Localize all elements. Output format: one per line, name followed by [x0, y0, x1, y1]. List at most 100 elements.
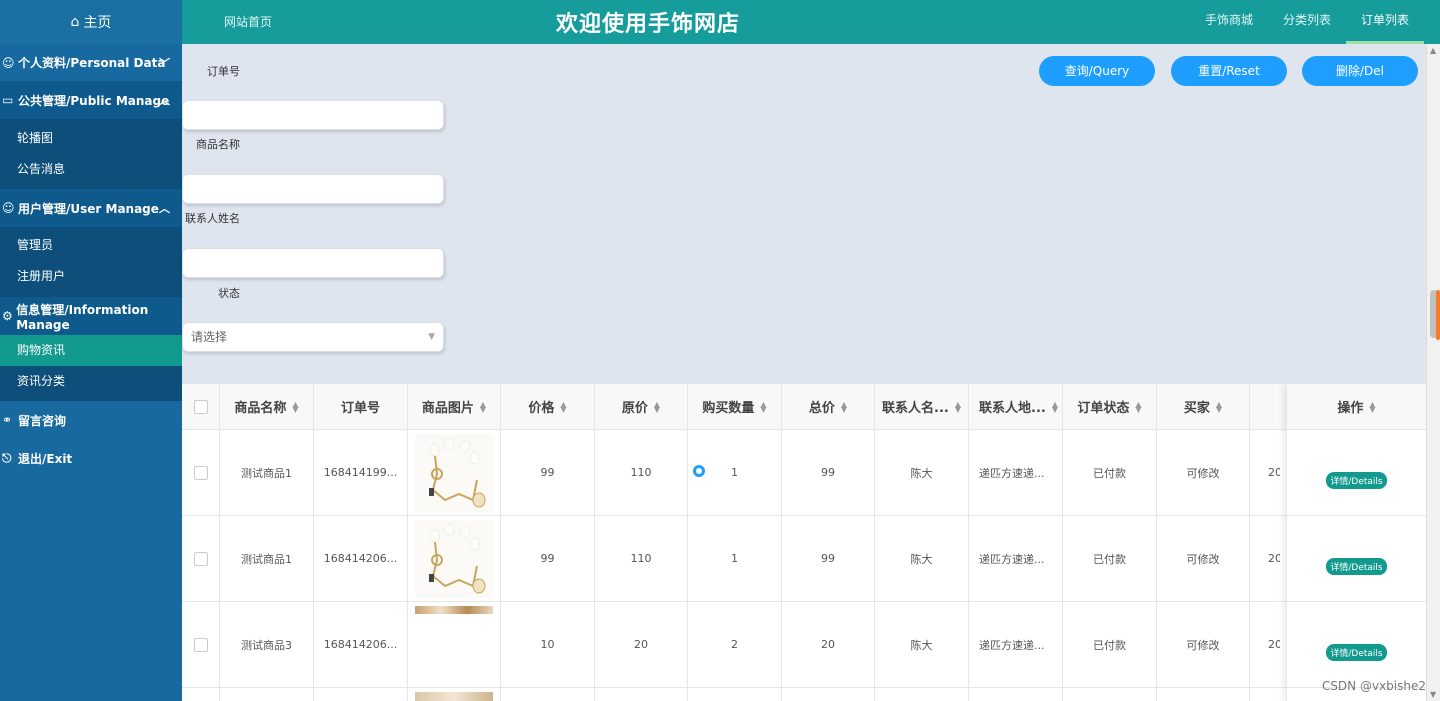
sort-icon[interactable]: ▲ ▼ — [955, 400, 961, 413]
col-header[interactable]: 商品名称 ▲ ▼ — [220, 384, 314, 429]
contact-name-input[interactable] — [182, 248, 444, 278]
sort-icon[interactable]: ▲ ▼ — [560, 400, 566, 413]
submenu-info: 购物资讯 资讯分类 — [0, 335, 182, 401]
cell-price: 10 — [501, 602, 595, 687]
cell-price: 99 — [501, 516, 595, 601]
cell-order-status: 已付款 — [1093, 638, 1126, 652]
cell-extra: 202 — [1268, 638, 1280, 651]
scroll-down-icon[interactable]: ▼ — [1430, 690, 1436, 699]
details-button[interactable]: 详情/Details — [1326, 472, 1387, 489]
menu-information-manage[interactable]: ⚙ 信息管理/Information Manage — [0, 297, 182, 335]
sidebar-item-registered-user[interactable]: 注册用户 — [0, 261, 182, 292]
product-name-input[interactable] — [182, 174, 444, 204]
sort-icon[interactable]: ▲ ▼ — [1369, 400, 1375, 413]
col-header-operation[interactable]: 操作 ▲ ▼ — [1287, 384, 1426, 430]
cell-original-price: 110 — [595, 430, 688, 515]
page-scrollbar[interactable]: ▲ ▼ — [1426, 44, 1440, 701]
sort-icon[interactable]: ▲ ▼ — [841, 400, 847, 413]
sidebar-item-news-category[interactable]: 资讯分类 — [0, 366, 182, 397]
table-row[interactable]: 测试商品3 168414206... 10 20 2 20 陈大 递匹方速递..… — [182, 602, 1286, 688]
menu-personal-data[interactable]: ☺ 个人资料/Personal Data ﹀ — [0, 44, 182, 81]
menu-label: 退出/Exit — [18, 451, 73, 466]
select-all-checkbox[interactable] — [193, 399, 208, 414]
cell-total: 99 — [782, 430, 875, 515]
table-row[interactable]: 测试商品1 168414199... 99 110 1 99 陈大 递匹方速递.… — [182, 430, 1286, 516]
cell-name: 测试商品1 — [220, 430, 314, 515]
table-row[interactable] — [182, 688, 1286, 701]
cell-contact-address: 递匹方速递... — [969, 430, 1063, 515]
col-header[interactable]: 买家 ▲ ▼ — [1156, 384, 1250, 429]
order-table: 商品名称 ▲ ▼ 订单号 商品图片 ▲ ▼ 价格 ▲ ▼ 原价 ▲ ▼ 购买数量 ▲ ▼ 总价 ▲ ▼ … — [182, 384, 1426, 701]
sort-icon[interactable]: ▲ ▼ — [1052, 400, 1058, 413]
menu-label: 公共管理/Public Manage — [18, 93, 170, 108]
sort-icon[interactable]: ▲ ▼ — [480, 400, 486, 413]
cell-original-price: 110 — [595, 516, 688, 601]
contact-name-label: 联系人姓名 — [185, 212, 240, 225]
user-icon: ☺ — [2, 55, 15, 70]
product-image[interactable] — [415, 519, 493, 598]
col-header[interactable]: 商品图片 ▲ ▼ — [408, 384, 501, 429]
sidebar-item-notice[interactable]: 公告消息 — [0, 154, 182, 185]
sidebar-item-carousel[interactable]: 轮播图 — [0, 123, 182, 154]
delete-button[interactable]: 删除/Del — [1302, 56, 1418, 86]
details-button[interactable]: 详情/Details — [1326, 558, 1387, 575]
order-no-input[interactable] — [182, 100, 444, 130]
search-panel: 订单号 商品名称 联系人姓名 状态 请选择 ▼ 查询/Query 重置/Rese… — [182, 44, 1426, 384]
user-icon: ☺ — [2, 201, 15, 215]
cell-image — [408, 602, 501, 687]
cell-original-price: 20 — [595, 602, 688, 687]
sort-icon[interactable]: ▲ ▼ — [1216, 400, 1222, 413]
status-select[interactable]: 请选择 ▼ — [182, 322, 444, 352]
cell-order-status: 已付款 — [1093, 552, 1126, 566]
details-button[interactable]: 详情/Details — [1326, 644, 1387, 661]
nav-order-list[interactable]: 订单列表 — [1345, 0, 1424, 44]
submenu-user: 管理员 注册用户 — [0, 227, 182, 297]
product-name-label: 商品名称 — [196, 138, 240, 151]
sort-icon[interactable]: ▲ ▼ — [760, 400, 766, 413]
sort-icon[interactable]: ▲ ▼ — [654, 400, 660, 413]
sort-icon[interactable]: ▲ ▼ — [1135, 400, 1141, 413]
menu-message[interactable]: ⚭ 留言咨询 — [0, 401, 182, 439]
cell-image — [408, 516, 501, 601]
submenu-public: 轮播图 公告消息 — [0, 119, 182, 189]
cell-order-no: 168414199... — [314, 430, 408, 515]
row-checkbox[interactable] — [193, 637, 208, 652]
menu-exit[interactable]: ⎋ 退出/Exit — [0, 439, 182, 477]
product-image[interactable] — [415, 692, 493, 701]
nav-mall[interactable]: 手饰商城 — [1190, 0, 1268, 44]
scroll-up-icon[interactable]: ▲ — [1430, 46, 1436, 55]
sort-icon[interactable]: ▲ ▼ — [292, 400, 298, 413]
product-image[interactable] — [415, 433, 493, 512]
col-header[interactable]: 订单状态 ▲ ▼ — [1063, 384, 1156, 429]
col-header[interactable]: 价格 ▲ ▼ — [501, 384, 595, 429]
cell-quantity: 2 — [688, 602, 782, 687]
row-checkbox[interactable] — [193, 551, 208, 566]
query-button[interactable]: 查询/Query — [1039, 56, 1155, 86]
cell-name: 测试商品3 — [220, 602, 314, 687]
col-header: 订单号 — [314, 384, 408, 429]
cell-extra: 202 — [1268, 466, 1280, 479]
bracelet-image — [415, 519, 493, 598]
col-header[interactable]: 总价 ▲ ▼ — [782, 384, 875, 429]
col-header[interactable]: 购买数量 ▲ ▼ — [688, 384, 782, 429]
row-checkbox[interactable] — [193, 465, 208, 480]
watermark: CSDN @vxbishe2 — [1321, 679, 1426, 693]
col-header[interactable]: 原价 ▲ ▼ — [595, 384, 688, 429]
product-image[interactable] — [415, 606, 493, 614]
status-label: 状态 — [218, 287, 240, 300]
bracelet-image — [415, 433, 493, 512]
menu-user-manage[interactable]: ☺ 用户管理/User Manage ︿ — [0, 189, 182, 227]
sidebar-item-admin[interactable]: 管理员 — [0, 230, 182, 261]
reset-button[interactable]: 重置/Reset — [1171, 56, 1287, 86]
cell-buyer: 可修改 — [1156, 602, 1250, 687]
menu-public-manage[interactable]: ▭ 公共管理/Public Manage ︿ — [0, 81, 182, 119]
col-header[interactable]: 联系人地... ▲ ▼ — [969, 384, 1063, 429]
sidebar-item-shopping-news[interactable]: 购物资讯 — [0, 335, 182, 366]
col-header[interactable]: 联系人名... ▲ ▼ — [875, 384, 969, 429]
side-tab-handle[interactable] — [1436, 290, 1440, 340]
table-row[interactable]: 测试商品1 168414206... 99 110 1 99 陈大 递匹方速递.… — [182, 516, 1286, 602]
cell-name: 测试商品1 — [220, 516, 314, 601]
cursor-indicator-icon — [693, 465, 705, 477]
nav-category-list[interactable]: 分类列表 — [1268, 0, 1346, 44]
cell-quantity: 1 — [688, 516, 782, 601]
